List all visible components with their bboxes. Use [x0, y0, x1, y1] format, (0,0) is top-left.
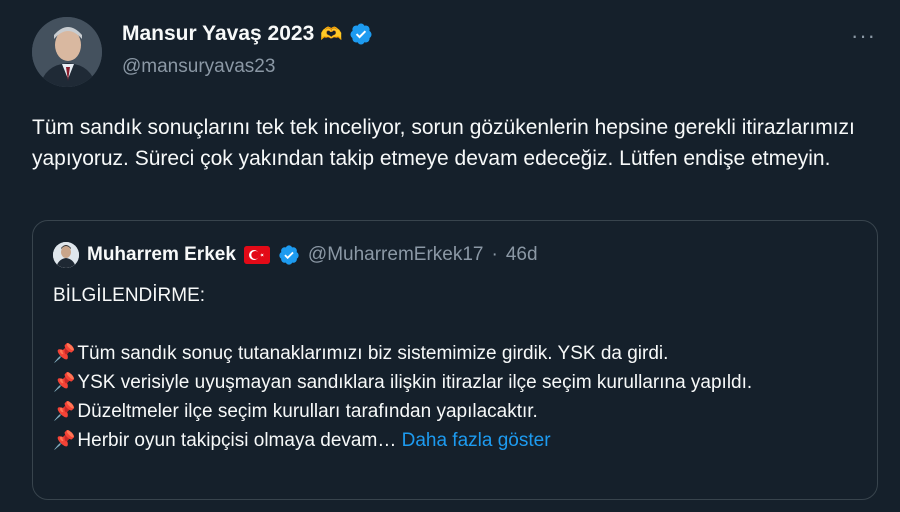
pushpin-icon: 📌: [53, 372, 76, 392]
quoted-tweet-header: Muharrem Erkek @MuharremErkek17 · 46d: [53, 241, 538, 269]
quoted-author-name[interactable]: Muharrem Erkek: [87, 244, 236, 266]
quoted-line-text: Herbir oyun takipçisi olmaya devam…: [77, 430, 397, 451]
meta-separator: ·: [491, 244, 498, 265]
quoted-line-text: YSK verisiyle uyuşmayan sandıklara ilişk…: [77, 372, 753, 393]
pushpin-icon: 📌: [53, 343, 76, 363]
quoted-line: 📌 YSK verisiyle uyuşmayan sandıklara iliş…: [53, 368, 853, 397]
author-name[interactable]: Mansur Yavaş 2023: [122, 22, 314, 46]
quoted-author-avatar[interactable]: [53, 242, 79, 268]
quoted-author-handle[interactable]: @MuharremErkek17: [308, 244, 484, 266]
tweet-text: Tüm sandık sonuçlarını tek tek inceliyor…: [32, 116, 855, 170]
quoted-line-text: Tüm sandık sonuç tutanaklarımızı biz sis…: [77, 343, 669, 364]
pushpin-icon: 📌: [53, 401, 76, 421]
quoted-title: BİLGİLENDİRME:: [53, 285, 206, 306]
show-more-link[interactable]: Daha fazla göster: [402, 430, 551, 451]
verified-badge-icon: [350, 23, 372, 45]
verified-badge-icon: [279, 245, 299, 265]
quoted-line: 📌 Herbir oyun takipçisi olmaya devam… Dah…: [53, 426, 853, 455]
author-avatar[interactable]: [32, 17, 102, 87]
author-handle[interactable]: @mansuryavas23: [122, 56, 275, 78]
quoted-line: 📌 Tüm sandık sonuç tutanaklarımızı biz si…: [53, 339, 853, 368]
author-name-row[interactable]: Mansur Yavaş 2023 🫶: [122, 22, 373, 46]
quoted-line-text: Düzeltmeler ilçe seçim kurulları tarafın…: [77, 401, 538, 422]
quoted-tweet-body: BİLGİLENDİRME: 📌 Tüm sandık sonuç tutanak…: [53, 281, 853, 455]
quoted-timestamp[interactable]: 46d: [506, 244, 538, 266]
more-options-icon[interactable]: ···: [851, 23, 876, 49]
heart-hands-emoji: 🫶: [320, 23, 343, 44]
quoted-line: 📌 Düzeltmeler ilçe seçim kurulları tarafı…: [53, 397, 853, 426]
quoted-tweet[interactable]: Muharrem Erkek @MuharremErkek17 · 46d Bİ…: [32, 220, 878, 500]
pushpin-icon: 📌: [53, 430, 76, 450]
turkey-flag-icon: [243, 246, 270, 264]
